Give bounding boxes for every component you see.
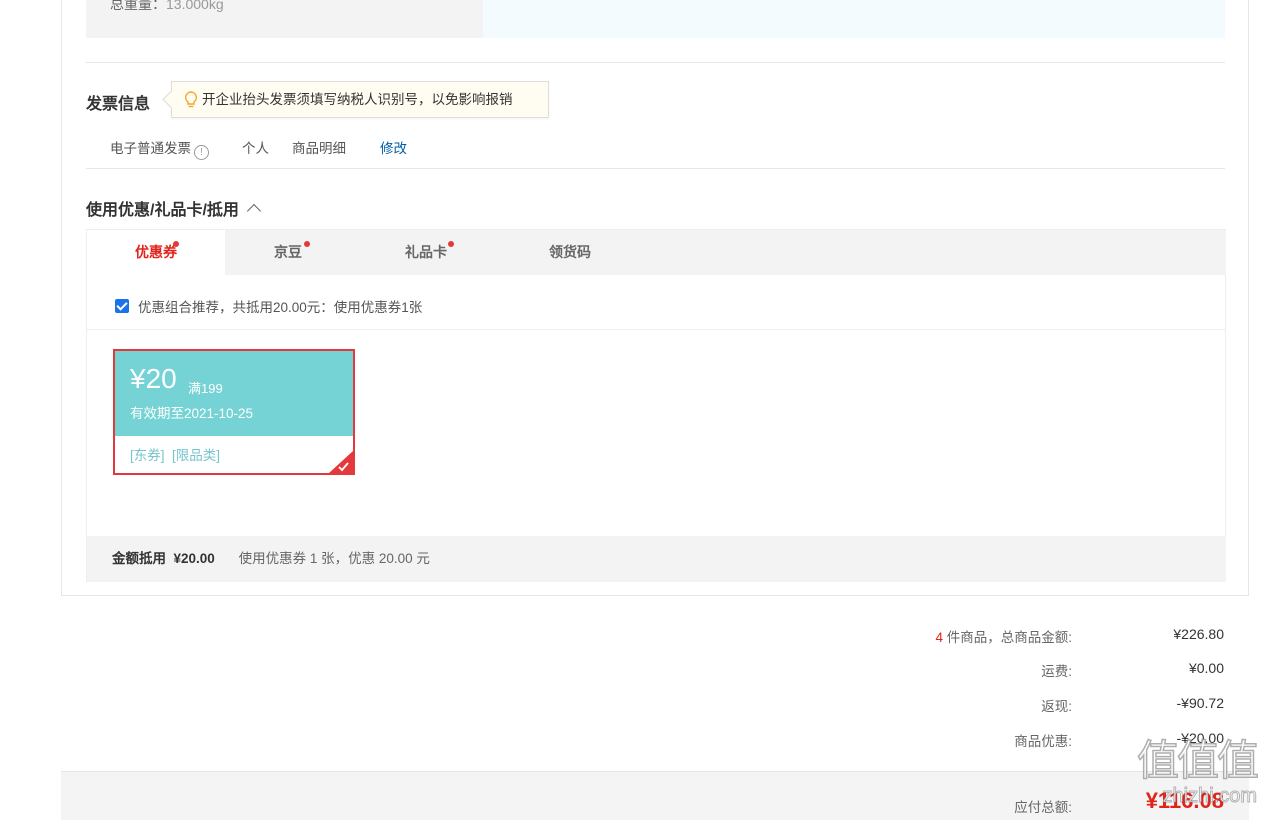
- coupon-expire: 有效期至2021-10-25: [130, 406, 254, 421]
- discount-value: -¥20.00: [1176, 730, 1224, 746]
- tab-gift-card[interactable]: 礼品卡: [385, 230, 467, 275]
- invoice-edit-link[interactable]: 修改: [380, 137, 407, 157]
- discount-total-desc: 使用优惠券 1 张，优惠 20.00 元: [238, 551, 430, 566]
- coupon-condition: 满199: [188, 381, 223, 396]
- invoice-content: 商品明细: [292, 141, 346, 156]
- discount-total: 金额抵用 ¥20.00: [112, 551, 215, 566]
- discount-panel: 优惠券 京豆 礼品卡 领货码 优惠组合推荐，共抵用20.00元：使用优惠券1张 …: [86, 229, 1226, 582]
- selected-check-icon: [329, 451, 353, 473]
- invoice-holder: 个人: [242, 141, 269, 156]
- divider: [86, 62, 1225, 63]
- coupon-amount: ¥20: [130, 363, 177, 394]
- info-icon[interactable]: !: [194, 145, 209, 160]
- discount-total-bar: 金额抵用 ¥20.00 使用优惠券 1 张，优惠 20.00 元: [87, 536, 1226, 582]
- coupon-card[interactable]: ¥20 满199 有效期至2021-10-25 [东券] [限品类]: [113, 349, 355, 475]
- discount-label: 商品优惠:: [1014, 734, 1072, 749]
- cashback-value: -¥90.72: [1176, 695, 1224, 711]
- invoice-title: 发票信息: [86, 96, 151, 113]
- chevron-up-icon: [246, 203, 261, 219]
- discount-title: 使用优惠/礼品卡/抵用: [86, 202, 239, 219]
- divider: [86, 168, 1225, 169]
- lightbulb-icon: [184, 91, 198, 108]
- tab-coupon[interactable]: 优惠券: [87, 230, 225, 275]
- invoice-type: 电子普通发票!: [110, 137, 209, 160]
- invoice-tip: 开企业抬头发票须填写纳税人识别号，以免影响报销: [171, 81, 549, 118]
- recommend-checkbox[interactable]: [115, 299, 129, 313]
- shipping-value: ¥0.00: [1188, 660, 1224, 676]
- tab-pickup-code[interactable]: 领货码: [529, 230, 611, 275]
- tab-jingdou[interactable]: 京豆: [247, 230, 329, 275]
- recommend-combo[interactable]: 优惠组合推荐，共抵用20.00元：使用优惠券1张: [115, 296, 422, 316]
- shipping-label: 运费:: [1041, 664, 1072, 679]
- tab-badge-dot: [448, 241, 454, 247]
- weight-row: 总重量：13.000kg: [86, 0, 1225, 38]
- discount-section-toggle[interactable]: 使用优惠/礼品卡/抵用: [86, 196, 261, 220]
- tab-badge-dot: [304, 241, 310, 247]
- tab-badge-dot: [173, 241, 179, 247]
- goods-total-label: 4 件商品，总商品金额:: [935, 630, 1072, 645]
- coupon-tags: [东券] [限品类]: [130, 448, 221, 463]
- payable-total: ¥116.08: [1145, 788, 1224, 813]
- goods-total-value: ¥226.80: [1173, 626, 1224, 642]
- total-weight: 总重量：13.000kg: [110, 0, 224, 12]
- cashback-label: 返现:: [1041, 699, 1072, 714]
- payable-label: 应付总额:: [1014, 800, 1072, 815]
